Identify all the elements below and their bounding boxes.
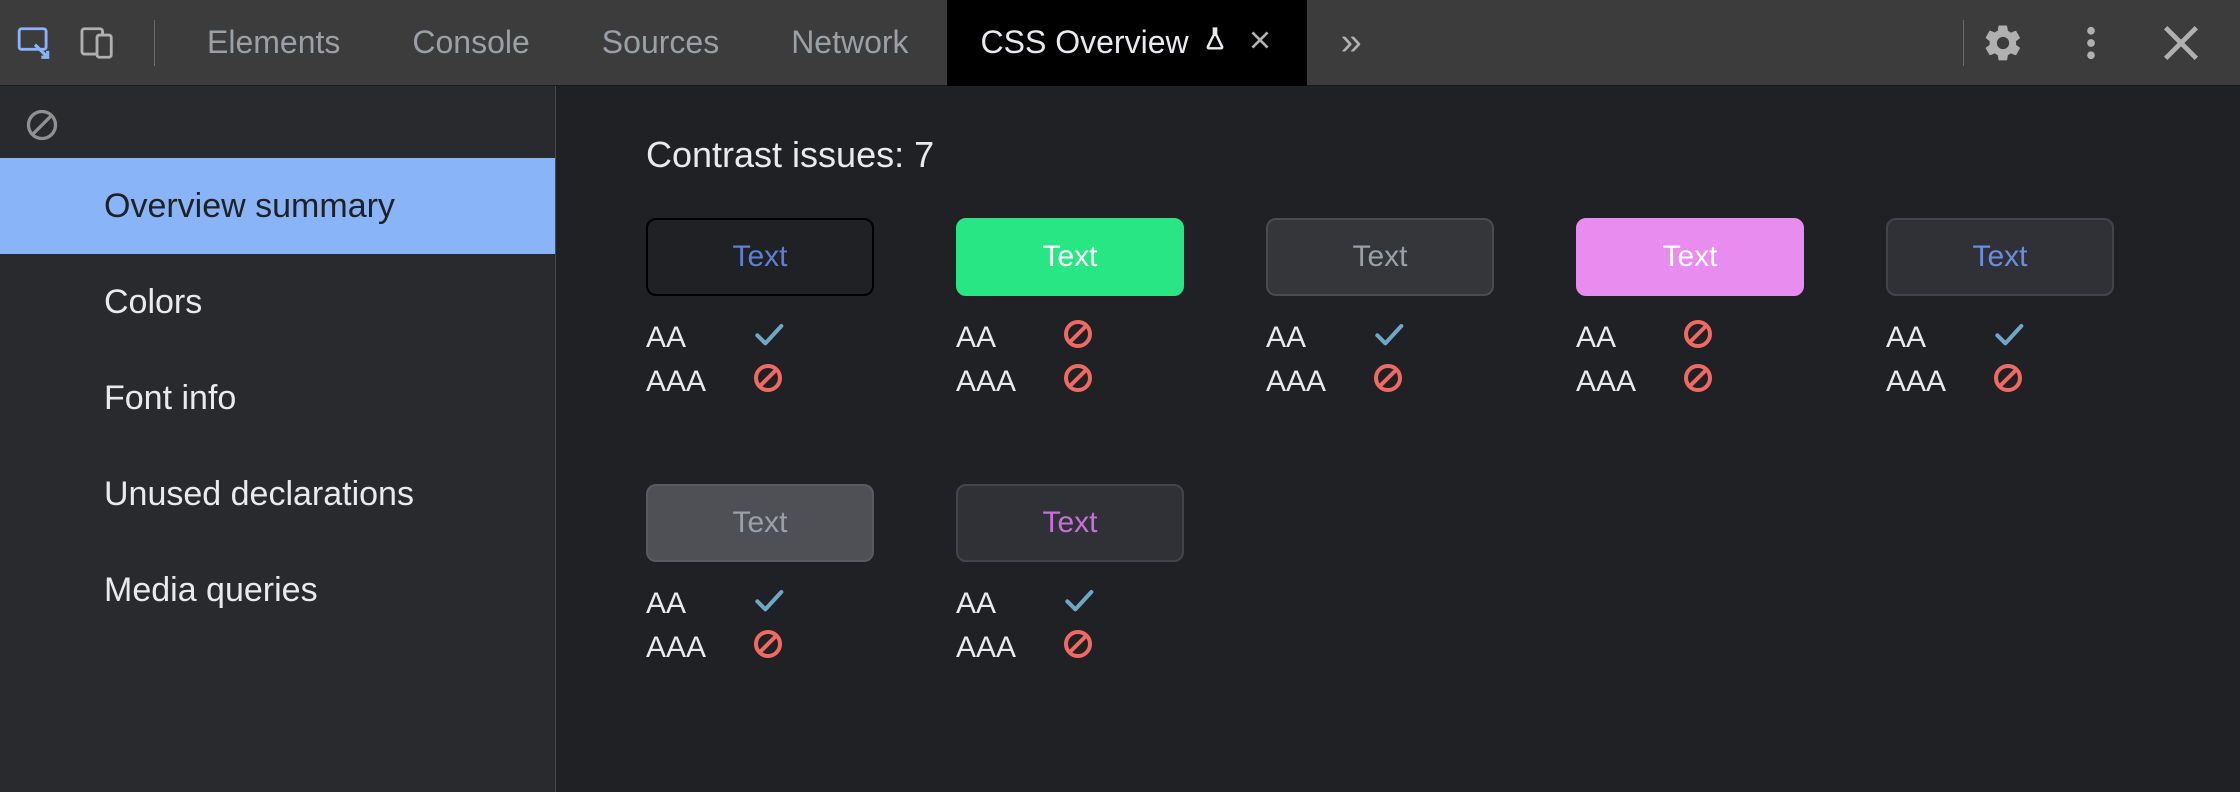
tab-css-overview[interactable]: CSS Overview (947, 0, 1307, 86)
tabbar-divider (1963, 20, 1964, 66)
rating-aa: AA (646, 582, 876, 626)
rating-aa: AA (1576, 316, 1806, 360)
prohibited-icon (1062, 362, 1094, 402)
rating-aaa: AAA (646, 626, 876, 670)
rating-label: AAA (956, 365, 1036, 399)
clear-overview-icon[interactable] (24, 107, 60, 148)
devtools-tabbar: Elements Console Sources Network CSS Ove… (0, 0, 2240, 86)
rating-label: AAA (1266, 365, 1346, 399)
sidebar-item-label: Font info (104, 379, 236, 418)
prohibited-icon (1682, 318, 1714, 358)
rating-label: AA (1886, 321, 1966, 355)
tab-sources[interactable]: Sources (568, 0, 753, 86)
swatch-sample[interactable]: Text (1576, 218, 1804, 296)
checkmark-icon (752, 584, 784, 624)
experimental-flask-icon (1201, 24, 1229, 61)
device-toolbar-icon[interactable] (78, 24, 116, 62)
swatch-sample[interactable]: Text (1886, 218, 2114, 296)
rating-label: AAA (1886, 365, 1966, 399)
sidebar-item-font-info[interactable]: Font info (0, 350, 555, 446)
tab-label: CSS Overview (981, 24, 1189, 61)
more-tabs-icon[interactable]: » (1311, 21, 1392, 64)
rating-aaa: AAA (1886, 360, 2116, 404)
prohibited-icon (1062, 628, 1094, 668)
inspect-element-icon[interactable] (16, 24, 54, 62)
swatch-sample[interactable]: Text (1266, 218, 1494, 296)
sidebar-item-media-queries[interactable]: Media queries (0, 542, 555, 638)
sidebar-item-colors[interactable]: Colors (0, 254, 555, 350)
sidebar-item-overview-summary[interactable]: Overview summary (0, 158, 555, 254)
rating-aaa: AAA (1576, 360, 1806, 404)
sidebar-item-label: Overview summary (104, 187, 395, 226)
tab-console[interactable]: Console (378, 0, 563, 86)
swatch-sample[interactable]: Text (956, 218, 1184, 296)
checkmark-icon (752, 318, 784, 358)
contrast-section-title: Contrast issues: 7 (646, 134, 2150, 176)
sidebar-item-label: Unused declarations (104, 475, 414, 514)
css-overview-main: Contrast issues: 7 TextAAAAATextAAAAATex… (556, 86, 2240, 792)
close-devtools-icon[interactable] (2158, 20, 2204, 66)
rating-aa: AA (956, 582, 1186, 626)
rating-aaa: AAA (1266, 360, 1496, 404)
rating-label: AA (646, 321, 726, 355)
rating-label: AAA (646, 365, 726, 399)
rating-aa: AA (1266, 316, 1496, 360)
swatch-sample[interactable]: Text (956, 484, 1184, 562)
css-overview-sidebar: Overview summary Colors Font info Unused de… (0, 86, 556, 792)
rating-aaa: AAA (646, 360, 876, 404)
tabbar-left-tools (16, 20, 169, 66)
contrast-swatch: TextAAAAA (956, 218, 1186, 404)
tab-network[interactable]: Network (757, 0, 942, 86)
rating-label: AA (956, 321, 1036, 355)
swatch-sample[interactable]: Text (646, 218, 874, 296)
prohibited-icon (1372, 362, 1404, 402)
rating-aa: AA (956, 316, 1186, 360)
checkmark-icon (1062, 584, 1094, 624)
sidebar-item-label: Colors (104, 283, 202, 322)
rating-label: AAA (956, 631, 1036, 665)
prohibited-icon (752, 628, 784, 668)
close-tab-icon[interactable] (1247, 23, 1273, 62)
prohibited-icon (1062, 318, 1094, 358)
contrast-swatch: TextAAAAA (646, 484, 876, 670)
rating-label: AA (1266, 321, 1346, 355)
checkmark-icon (1372, 318, 1404, 358)
rating-label: AA (646, 587, 726, 621)
checkmark-icon (1992, 318, 2024, 358)
contrast-swatch: TextAAAAA (1266, 218, 1496, 404)
sidebar-item-label: Media queries (104, 571, 318, 610)
tab-label: Elements (207, 24, 340, 61)
tab-label: Console (412, 24, 529, 61)
rating-aa: AA (646, 316, 876, 360)
swatch-sample[interactable]: Text (646, 484, 874, 562)
tabbar-divider (154, 20, 155, 66)
rating-label: AA (1576, 321, 1656, 355)
rating-aaa: AAA (956, 360, 1186, 404)
contrast-swatch: TextAAAAA (1886, 218, 2116, 404)
kebab-menu-icon[interactable] (2070, 22, 2112, 64)
tab-label: Sources (602, 24, 719, 61)
settings-icon[interactable] (1982, 22, 2024, 64)
contrast-swatch: TextAAAAA (1576, 218, 1806, 404)
contrast-swatch: TextAAAAA (956, 484, 1186, 670)
sidebar-item-unused-declarations[interactable]: Unused declarations (0, 446, 555, 542)
tab-label: Network (791, 24, 908, 61)
prohibited-icon (752, 362, 784, 402)
rating-label: AAA (1576, 365, 1656, 399)
rating-aa: AA (1886, 316, 2116, 360)
rating-label: AAA (646, 631, 726, 665)
tab-elements[interactable]: Elements (173, 0, 374, 86)
rating-label: AA (956, 587, 1036, 621)
prohibited-icon (1682, 362, 1714, 402)
rating-aaa: AAA (956, 626, 1186, 670)
contrast-swatch: TextAAAAA (646, 218, 876, 404)
prohibited-icon (1992, 362, 2024, 402)
